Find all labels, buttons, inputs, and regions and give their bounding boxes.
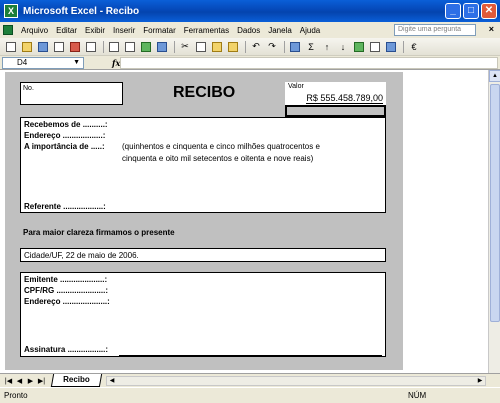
redo-icon[interactable]: ↷	[265, 40, 279, 54]
amount-words-line1: (quinhentos e cinquenta e cinco milhões …	[122, 142, 320, 151]
sort-descending-icon[interactable]: ↓	[336, 40, 350, 54]
title-bar: X Microsoft Excel - Recibo _ □ ✕	[0, 0, 500, 22]
close-workbook-icon[interactable]: ×	[489, 24, 494, 34]
vertical-scrollbar[interactable]: ▲	[488, 70, 500, 373]
undo-icon[interactable]: ↶	[249, 40, 263, 54]
menu-dados[interactable]: Dados	[233, 26, 264, 35]
email-icon[interactable]	[84, 40, 98, 54]
menu-ferramentas[interactable]: Ferramentas	[180, 26, 233, 35]
status-ready: Pronto	[4, 391, 28, 400]
value-cell[interactable]: Valor R$ 555.458.789,00	[285, 82, 386, 105]
menu-exibir[interactable]: Exibir	[81, 26, 109, 35]
minimize-button[interactable]: _	[445, 3, 461, 19]
function-icon[interactable]: fx	[112, 58, 120, 68]
city-date-cell[interactable]: Cidade/UF, 22 de maio de 2006.	[20, 248, 386, 262]
scroll-up-icon[interactable]: ▲	[489, 70, 500, 82]
recebemos-label: Recebemos de ..........:	[24, 120, 108, 129]
menu-inserir[interactable]: Inserir	[109, 26, 139, 35]
cpf-rg-label: CPF/RG ......................:	[24, 286, 109, 295]
spelling-icon[interactable]	[139, 40, 153, 54]
maximize-button[interactable]: □	[463, 3, 479, 19]
format-painter-icon[interactable]	[226, 40, 240, 54]
sort-ascending-icon[interactable]: ↑	[320, 40, 334, 54]
signature-line	[119, 355, 382, 356]
window-title: Microsoft Excel - Recibo	[23, 5, 140, 17]
clareza-text: Para maior clareza firmamos o presente	[23, 228, 175, 237]
receipt-title: RECIBO	[173, 84, 236, 101]
emitente-label: Emitente ....................:	[24, 275, 108, 284]
horizontal-scrollbar[interactable]: ◀ ▶	[106, 376, 486, 386]
endereco-label: Endereço ..................:	[24, 131, 106, 140]
number-label: No.	[23, 85, 34, 92]
menu-janela[interactable]: Janela	[264, 26, 296, 35]
close-button[interactable]: ✕	[481, 3, 497, 19]
research-icon[interactable]	[155, 40, 169, 54]
cut-icon[interactable]: ✂	[178, 40, 192, 54]
name-box[interactable]: D4 ▼	[2, 56, 84, 69]
chevron-down-icon[interactable]: ▼	[73, 58, 80, 68]
autosum-icon[interactable]: Σ	[304, 40, 318, 54]
scroll-thumb[interactable]	[490, 84, 500, 322]
prev-sheet-icon[interactable]: ◀	[15, 377, 24, 385]
chart-wizard-icon[interactable]	[352, 40, 366, 54]
open-icon[interactable]	[20, 40, 34, 54]
value-label: Valor	[288, 83, 304, 90]
sheet-tabs-bar: |◀ ◀ ▶ ▶| Recibo ◀ ▶	[0, 373, 500, 387]
endereco2-label: Endereço ....................:	[24, 297, 110, 306]
receipt-sheet: No. RECIBO Valor R$ 555.458.789,00 Receb…	[5, 72, 403, 370]
payer-info-box: Recebemos de ..........: Endereço ......…	[20, 117, 386, 213]
sheet-tab-recibo[interactable]: Recibo	[50, 374, 102, 387]
value-amount: R$ 555.458.789,00	[306, 93, 383, 104]
drawing-icon[interactable]	[368, 40, 382, 54]
ask-question-input[interactable]: Digite uma pergunta	[394, 24, 476, 36]
importancia-label: A importância de .....:	[24, 142, 105, 151]
workbook-icon[interactable]	[3, 25, 13, 35]
save-icon[interactable]	[36, 40, 50, 54]
issuer-info-box: Emitente ....................: CPF/RG ..…	[20, 272, 386, 357]
menu-bar: Arquivo Editar Exibir Inserir Formatar F…	[0, 22, 500, 38]
formula-input[interactable]	[120, 57, 498, 69]
pdf-icon[interactable]	[68, 40, 82, 54]
cell-reference: D4	[17, 57, 28, 67]
number-cell[interactable]: No.	[20, 82, 123, 105]
city-date-text: Cidade/UF, 22 de maio de 2006.	[24, 251, 139, 260]
selected-cell-d4[interactable]	[285, 105, 386, 117]
next-sheet-icon[interactable]: ▶	[26, 377, 35, 385]
scroll-left-icon[interactable]: ◀	[107, 377, 117, 385]
euro-icon[interactable]: €	[407, 40, 421, 54]
assinatura-label: Assinatura .................:	[24, 345, 109, 354]
amount-words-line2: cinquenta e oito mil setecentos e oitent…	[122, 154, 314, 163]
paste-icon[interactable]	[210, 40, 224, 54]
excel-icon: X	[4, 4, 18, 18]
menu-editar[interactable]: Editar	[52, 26, 81, 35]
menu-formatar[interactable]: Formatar	[139, 26, 179, 35]
print-preview-icon[interactable]	[123, 40, 137, 54]
help-icon[interactable]	[384, 40, 398, 54]
standard-toolbar: ✂ ↶ ↷ Σ ↑ ↓ €	[0, 38, 500, 56]
menu-arquivo[interactable]: Arquivo	[17, 26, 52, 35]
worksheet-area: No. RECIBO Valor R$ 555.458.789,00 Receb…	[0, 70, 500, 373]
permission-icon[interactable]	[52, 40, 66, 54]
new-icon[interactable]	[4, 40, 18, 54]
copy-icon[interactable]	[194, 40, 208, 54]
status-bar: Pronto NÚM	[0, 387, 500, 403]
num-lock-indicator: NÚM	[408, 391, 427, 400]
formula-bar: D4 ▼ fx	[0, 56, 500, 70]
first-sheet-icon[interactable]: |◀	[4, 377, 13, 385]
hyperlink-icon[interactable]	[288, 40, 302, 54]
referente-label: Referente ..................:	[24, 202, 106, 211]
last-sheet-icon[interactable]: ▶|	[37, 377, 46, 385]
print-icon[interactable]	[107, 40, 121, 54]
menu-ajuda[interactable]: Ajuda	[296, 26, 324, 35]
scroll-right-icon[interactable]: ▶	[475, 377, 485, 385]
